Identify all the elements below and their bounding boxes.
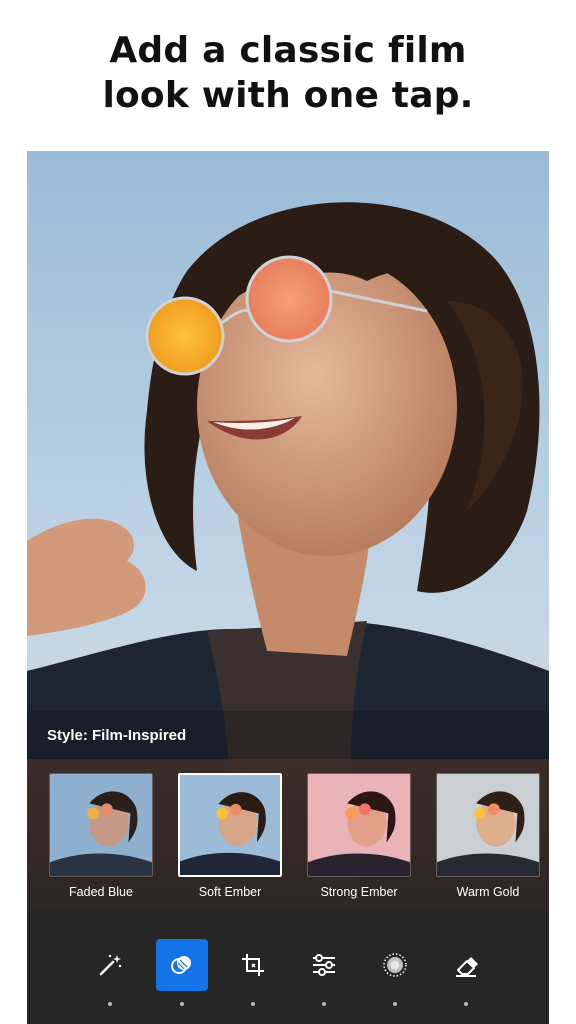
preset-label: Soft Ember [198,885,262,899]
preset-label: Faded Blue [69,885,133,899]
toolbar-indicator-dot [180,1002,184,1006]
eraser-button[interactable] [440,939,492,991]
toolbar-indicator-dot [322,1002,326,1006]
toolbar-indicator-dot [464,1002,468,1006]
preset-thumbnail [178,773,282,877]
preset-soft-ember[interactable]: Soft Ember [178,773,282,909]
looks-circles-icon [171,956,191,974]
headline-line-1: Add a classic film [109,30,467,71]
auto-fix-wand-icon [99,954,122,976]
preset-label: Strong Ember [320,885,398,899]
preset-strip: Faded Blue Soft Ember Strong Ember Warm … [27,759,549,909]
crop-icon [242,954,264,976]
preset-thumbnail [49,773,153,877]
vignette-icon [383,953,407,977]
adjust-sliders-icon [313,954,335,976]
auto-fix-button[interactable] [84,939,136,991]
preset-thumbnail [307,773,411,877]
toolbar-indicator-dot [251,1002,255,1006]
looks-button[interactable] [156,939,208,991]
bottom-toolbar [27,909,549,1024]
headline-line-2: look with one tap. [102,75,474,116]
preset-strong-ember[interactable]: Strong Ember [307,773,411,909]
app-screen: Style: Film-Inspired Faded Blue Soft Emb… [27,151,549,1024]
eraser-icon [456,957,478,977]
preset-warm-gold[interactable]: Warm Gold [436,773,540,909]
toolbar-indicator-dot [393,1002,397,1006]
toolbar-indicator-dot [108,1002,112,1006]
preset-faded-blue[interactable]: Faded Blue [49,773,153,909]
vignette-button[interactable] [369,939,421,991]
style-label: Style: Film-Inspired [27,711,549,759]
preset-label: Warm Gold [456,885,520,899]
adjust-button[interactable] [298,939,350,991]
headline: Add a classic film look with one tap. [0,28,576,118]
preset-thumbnail [436,773,540,877]
crop-button[interactable] [227,939,279,991]
